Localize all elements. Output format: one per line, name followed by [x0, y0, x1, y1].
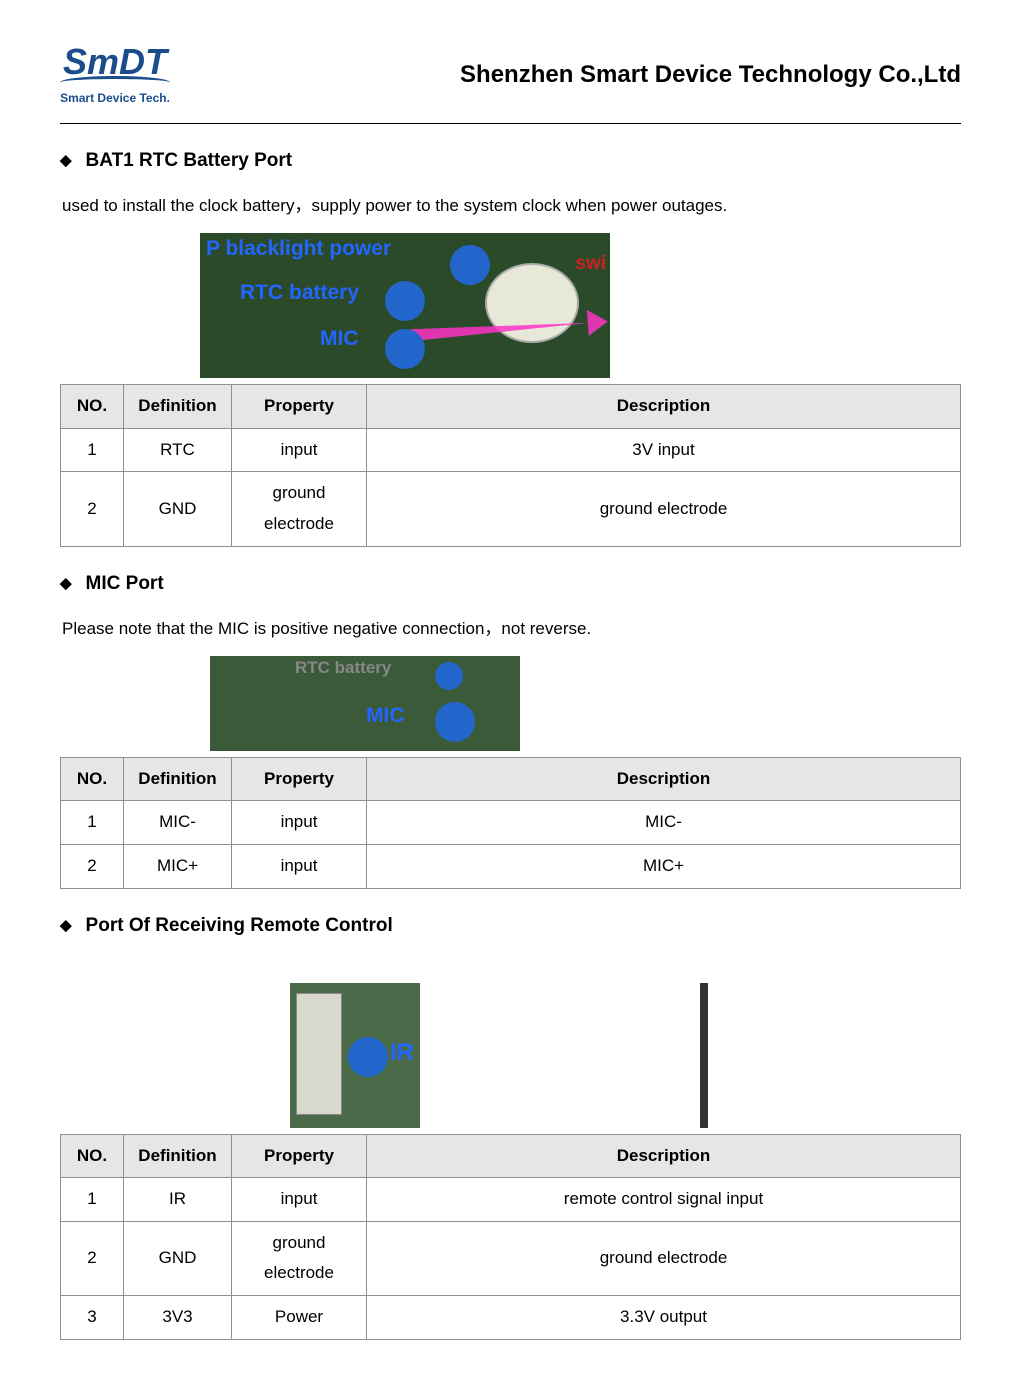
- cell-def: MIC-: [124, 801, 232, 845]
- table-row: 1 RTC input 3V input: [61, 428, 961, 472]
- blue-dot-icon: [348, 1037, 388, 1077]
- pin-table-bat1: NO. Definition Property Description 1 RT…: [60, 384, 961, 546]
- table-row: 3 3V3 Power 3.3V output: [61, 1295, 961, 1339]
- blue-dot-icon: [385, 329, 425, 369]
- th-prop: Property: [232, 757, 367, 801]
- pcb-image-remote: IR: [290, 983, 420, 1128]
- page-header: SmDT Smart Device Tech. Shenzhen Smart D…: [60, 44, 961, 124]
- table-row: 2 GND ground electrode ground electrode: [61, 472, 961, 546]
- section-heading-remote: ◆ Port Of Receiving Remote Control: [60, 915, 961, 937]
- logo-subtext: Smart Device Tech.: [60, 91, 170, 105]
- cell-prop: Power: [232, 1295, 367, 1339]
- image-row-bat1: P blacklight power swi RTC battery MIC: [60, 233, 961, 378]
- cell-prop: ground electrode: [232, 472, 367, 546]
- img-label: MIC: [320, 327, 359, 351]
- section-heading-bat1: ◆ BAT1 RTC Battery Port: [60, 150, 961, 172]
- table-header-row: NO. Definition Property Description: [61, 1134, 961, 1178]
- cell-no: 2: [61, 844, 124, 888]
- table-row: 2 MIC+ input MIC+: [61, 844, 961, 888]
- th-def: Definition: [124, 385, 232, 429]
- img-label: RTC battery: [295, 658, 391, 678]
- th-prop: Property: [232, 1134, 367, 1178]
- table-row: 1 IR input remote control signal input: [61, 1178, 961, 1222]
- cell-no: 2: [61, 1221, 124, 1295]
- th-prop: Property: [232, 385, 367, 429]
- cell-no: 1: [61, 1178, 124, 1222]
- cell-prop: input: [232, 428, 367, 472]
- section-title: MIC Port: [86, 573, 164, 594]
- cell-desc: MIC-: [367, 801, 961, 845]
- blue-dot-icon: [450, 245, 490, 285]
- blue-dot-icon: [435, 702, 475, 742]
- section-desc-mic: Please note that the MIC is positive neg…: [62, 615, 961, 642]
- cell-def: RTC: [124, 428, 232, 472]
- logo: SmDT Smart Device Tech.: [60, 44, 170, 105]
- img-label: RTC battery: [240, 281, 359, 305]
- pcb-image-mic: RTC battery MIC: [210, 656, 520, 751]
- cell-no: 2: [61, 472, 124, 546]
- cell-prop: input: [232, 1178, 367, 1222]
- table-row: 1 MIC- input MIC-: [61, 801, 961, 845]
- th-def: Definition: [124, 757, 232, 801]
- cell-desc: ground electrode: [367, 1221, 961, 1295]
- diamond-icon: ◆: [60, 151, 72, 169]
- pcb-image-bat1: P blacklight power swi RTC battery MIC: [200, 233, 610, 378]
- image-row-remote: IR: [60, 983, 961, 1128]
- th-def: Definition: [124, 1134, 232, 1178]
- diamond-icon: ◆: [60, 916, 72, 934]
- img-label: swi: [575, 253, 606, 275]
- company-name: Shenzhen Smart Device Technology Co.,Ltd: [460, 61, 961, 89]
- cell-def: IR: [124, 1178, 232, 1222]
- table-header-row: NO. Definition Property Description: [61, 757, 961, 801]
- section-title: BAT1 RTC Battery Port: [86, 150, 293, 171]
- blue-dot-icon: [435, 662, 463, 690]
- img-label: MIC: [366, 704, 405, 728]
- pcb-edge-icon: [700, 983, 708, 1128]
- cell-no: 1: [61, 801, 124, 845]
- cell-desc: remote control signal input: [367, 1178, 961, 1222]
- th-desc: Description: [367, 1134, 961, 1178]
- section-desc-bat1: used to install the clock battery，supply…: [62, 192, 961, 219]
- cell-no: 1: [61, 428, 124, 472]
- cell-def: GND: [124, 1221, 232, 1295]
- cell-prop: input: [232, 844, 367, 888]
- cell-desc: 3.3V output: [367, 1295, 961, 1339]
- logo-text: SmDT: [63, 44, 167, 80]
- cell-def: GND: [124, 472, 232, 546]
- th-desc: Description: [367, 757, 961, 801]
- table-row: 2 GND ground electrode ground electrode: [61, 1221, 961, 1295]
- cell-desc: MIC+: [367, 844, 961, 888]
- pin-table-mic: NO. Definition Property Description 1 MI…: [60, 757, 961, 889]
- cell-desc: 3V input: [367, 428, 961, 472]
- cell-prop: ground electrode: [232, 1221, 367, 1295]
- cell-prop: input: [232, 801, 367, 845]
- cell-desc: ground electrode: [367, 472, 961, 546]
- section-title: Port Of Receiving Remote Control: [86, 915, 393, 936]
- th-no: NO.: [61, 757, 124, 801]
- th-no: NO.: [61, 385, 124, 429]
- cell-def: 3V3: [124, 1295, 232, 1339]
- img-label: IR: [390, 1039, 414, 1067]
- logo-arc-icon: [60, 76, 170, 89]
- pin-table-remote: NO. Definition Property Description 1 IR…: [60, 1134, 961, 1340]
- img-label: P blacklight power: [206, 237, 391, 261]
- connector-icon: [296, 993, 342, 1115]
- section-heading-mic: ◆ MIC Port: [60, 573, 961, 595]
- table-header-row: NO. Definition Property Description: [61, 385, 961, 429]
- cell-def: MIC+: [124, 844, 232, 888]
- blue-dot-icon: [385, 281, 425, 321]
- cell-no: 3: [61, 1295, 124, 1339]
- diamond-icon: ◆: [60, 574, 72, 592]
- image-row-mic: RTC battery MIC: [60, 656, 961, 751]
- th-no: NO.: [61, 1134, 124, 1178]
- th-desc: Description: [367, 385, 961, 429]
